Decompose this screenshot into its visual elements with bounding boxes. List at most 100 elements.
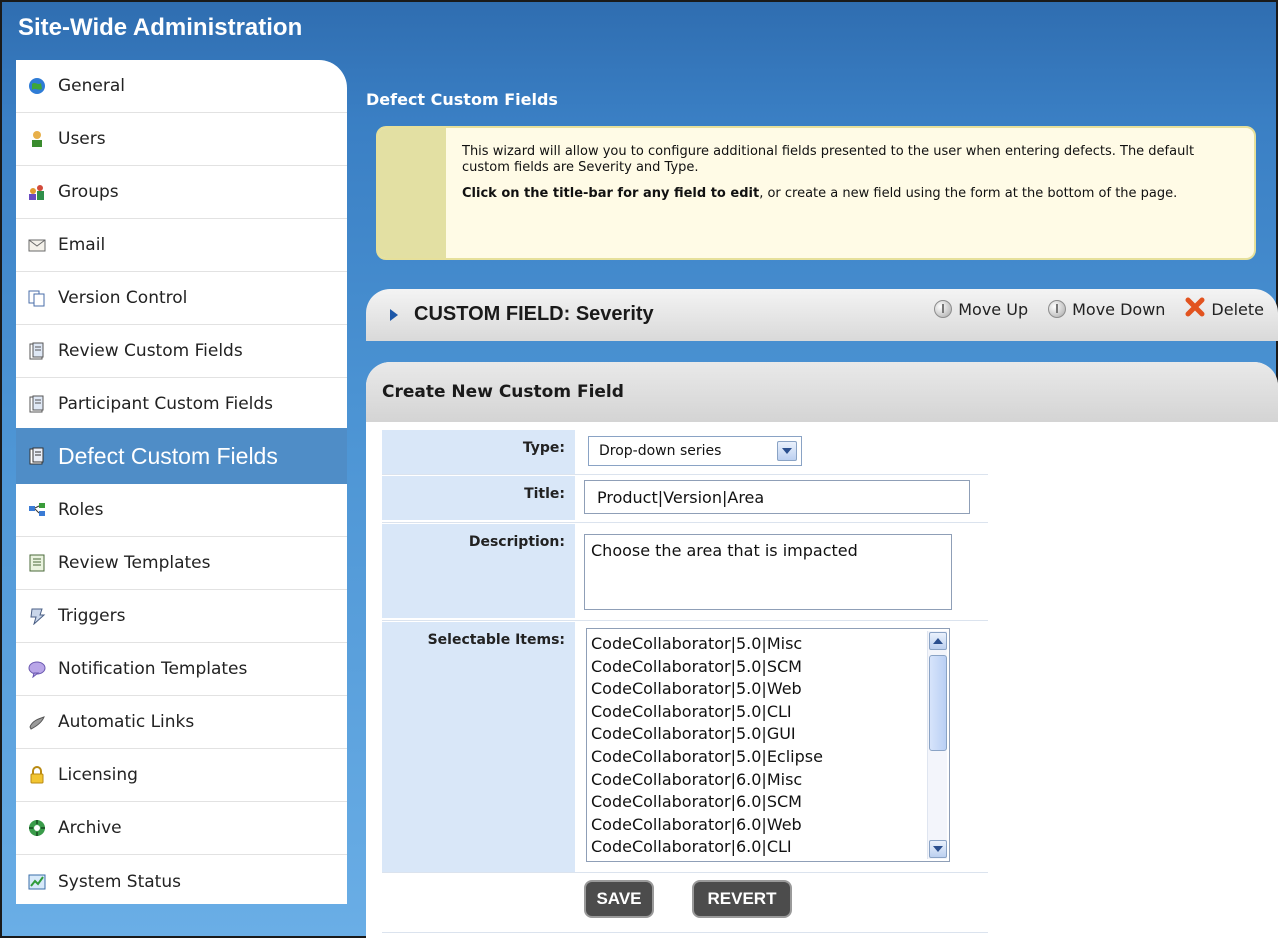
info-paragraph-2: Click on the title-bar for any field to … bbox=[462, 186, 1232, 202]
custom-field-title[interactable]: CUSTOM FIELD: Severity bbox=[414, 303, 654, 326]
sidebar-item-participant-custom-fields[interactable]: Participant Custom Fields bbox=[16, 378, 347, 431]
sidebar-nav: General Users Groups Email Version Contr… bbox=[16, 60, 347, 904]
selectable-items-textarea[interactable]: CodeCollaborator|5.0|Misc CodeCollaborat… bbox=[586, 628, 950, 862]
groups-icon bbox=[28, 183, 46, 201]
scrollbar-thumb[interactable] bbox=[929, 655, 947, 751]
sidebar-item-review-custom-fields[interactable]: Review Custom Fields bbox=[16, 325, 347, 378]
create-custom-field-panel: Create New Custom Field Type: Drop-down … bbox=[366, 362, 1278, 938]
sidebar-item-archive[interactable]: Archive bbox=[16, 802, 347, 855]
chat-bubble-icon bbox=[28, 660, 46, 678]
sidebar-item-label: System Status bbox=[58, 871, 181, 892]
row-divider bbox=[382, 474, 988, 475]
type-select-value: Drop-down series bbox=[599, 443, 722, 459]
delete-button[interactable]: Delete bbox=[1185, 297, 1264, 321]
sidebar-item-label: Review Templates bbox=[58, 553, 211, 573]
form-icon bbox=[28, 342, 46, 360]
vertical-scrollbar[interactable] bbox=[927, 631, 947, 859]
sidebar-item-label: Triggers bbox=[58, 606, 126, 626]
custom-field-actions: Move Up Move Down Delete bbox=[934, 297, 1264, 321]
row-divider bbox=[382, 932, 988, 933]
list-item: CodeCollaborator|6.0|Web bbox=[591, 814, 802, 834]
sidebar-item-label: Automatic Links bbox=[58, 712, 195, 732]
sidebar-item-general[interactable]: General bbox=[16, 60, 347, 113]
sidebar-item-label: Email bbox=[58, 235, 106, 255]
move-up-button[interactable]: Move Up bbox=[934, 300, 1028, 319]
sidebar-item-label: Review Custom Fields bbox=[58, 341, 243, 361]
copy-icon bbox=[28, 289, 46, 307]
custom-field-title-bar[interactable]: CUSTOM FIELD: Severity Move Up Move Down… bbox=[366, 289, 1278, 341]
link-icon bbox=[28, 713, 46, 731]
sidebar-item-label: Groups bbox=[58, 182, 119, 202]
sidebar-item-label: Defect Custom Fields bbox=[58, 442, 278, 469]
row-divider bbox=[382, 620, 988, 621]
list-item: CodeCollaborator|5.0|Eclipse bbox=[591, 746, 823, 766]
list-item: CodeCollaborator|6.0|Misc bbox=[591, 769, 803, 789]
selectable-items-label: Selectable Items: bbox=[382, 622, 575, 872]
sidebar-item-groups[interactable]: Groups bbox=[16, 166, 347, 219]
lock-icon bbox=[28, 766, 46, 784]
chevron-down-icon[interactable] bbox=[777, 441, 797, 461]
sidebar-item-label: General bbox=[58, 76, 125, 96]
sidebar-item-review-templates[interactable]: Review Templates bbox=[16, 537, 347, 590]
info-bold-text: Click on the title-bar for any field to … bbox=[462, 186, 760, 201]
sidebar-item-triggers[interactable]: Triggers bbox=[16, 590, 347, 643]
info-box: This wizard will allow you to configure … bbox=[376, 126, 1256, 260]
list-item: CodeCollaborator|5.0|GUI bbox=[591, 724, 796, 744]
list-item: CodeCollaborator|5.0|CLI bbox=[591, 701, 792, 721]
scroll-down-icon[interactable] bbox=[929, 840, 947, 858]
row-divider bbox=[382, 522, 988, 523]
move-down-button[interactable]: Move Down bbox=[1048, 300, 1165, 319]
sidebar-item-defect-custom-fields[interactable]: Defect Custom Fields bbox=[16, 428, 347, 484]
sidebar-item-roles[interactable]: Roles bbox=[16, 484, 347, 537]
globe-icon bbox=[28, 77, 46, 95]
sidebar-item-label: Roles bbox=[58, 500, 104, 520]
list-item: CodeCollaborator|6.0|CLI bbox=[591, 837, 792, 857]
roles-icon bbox=[28, 501, 46, 519]
form-icon bbox=[28, 447, 46, 465]
save-button[interactable]: SAVE bbox=[584, 880, 654, 918]
sidebar-item-automatic-links[interactable]: Automatic Links bbox=[16, 696, 347, 749]
list-item: CodeCollaborator|5.0|SCM bbox=[591, 656, 802, 676]
sidebar-item-label: Participant Custom Fields bbox=[58, 394, 274, 414]
page-title: Defect Custom Fields bbox=[366, 90, 558, 109]
sidebar-item-label: Licensing bbox=[58, 765, 138, 785]
user-icon bbox=[28, 130, 46, 148]
description-label: Description: bbox=[382, 524, 575, 618]
template-icon bbox=[28, 554, 46, 572]
list-item: CodeCollaborator|6.0|SCM bbox=[591, 792, 802, 812]
type-label: Type: bbox=[382, 430, 575, 474]
create-panel-title: Create New Custom Field bbox=[382, 382, 624, 402]
selectable-items-list: CodeCollaborator|5.0|Misc CodeCollaborat… bbox=[591, 633, 921, 859]
sidebar-item-licensing[interactable]: Licensing bbox=[16, 749, 347, 802]
info-rest-text: , or create a new field using the form a… bbox=[759, 186, 1178, 201]
archive-icon bbox=[28, 819, 46, 837]
sidebar-item-version-control[interactable]: Version Control bbox=[16, 272, 347, 325]
expand-arrow-icon[interactable] bbox=[390, 309, 398, 321]
sidebar-item-label: Version Control bbox=[58, 288, 188, 308]
sidebar-item-email[interactable]: Email bbox=[16, 219, 347, 272]
chart-icon bbox=[28, 873, 46, 891]
description-textarea[interactable]: Choose the area that is impacted bbox=[584, 534, 952, 610]
create-panel-header: Create New Custom Field bbox=[366, 362, 1278, 422]
list-item: CodeCollaborator|5.0|Misc bbox=[591, 634, 803, 653]
info-text: This wizard will allow you to configure … bbox=[462, 144, 1232, 202]
list-item: CodeCollaborator|5.0|Web bbox=[591, 679, 802, 699]
sidebar-item-system-status[interactable]: System Status bbox=[16, 855, 347, 904]
arrow-up-icon bbox=[934, 300, 953, 318]
title-input[interactable]: Product|Version|Area bbox=[584, 480, 970, 514]
scroll-up-icon[interactable] bbox=[929, 632, 947, 650]
row-divider bbox=[382, 872, 988, 873]
revert-button[interactable]: REVERT bbox=[692, 880, 792, 918]
delete-label: Delete bbox=[1211, 299, 1264, 319]
envelope-icon bbox=[28, 236, 46, 254]
info-paragraph-1: This wizard will allow you to configure … bbox=[462, 144, 1195, 175]
type-select[interactable]: Drop-down series bbox=[588, 436, 802, 466]
move-down-label: Move Down bbox=[1072, 299, 1166, 319]
trigger-icon bbox=[28, 607, 46, 625]
sidebar-item-notification-templates[interactable]: Notification Templates bbox=[16, 643, 347, 696]
delete-x-icon bbox=[1185, 297, 1205, 321]
arrow-down-icon bbox=[1048, 300, 1067, 318]
sidebar-item-users[interactable]: Users bbox=[16, 113, 347, 166]
form-icon bbox=[28, 395, 46, 413]
sidebar-item-label: Users bbox=[58, 129, 106, 149]
